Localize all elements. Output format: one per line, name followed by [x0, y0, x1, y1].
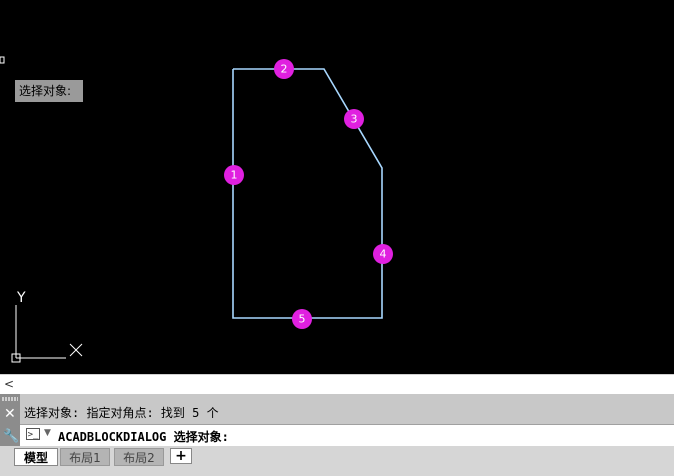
svg-text:3: 3	[351, 113, 358, 126]
grip-marker-4[interactable]: 4	[373, 244, 393, 264]
command-history-text: 选择对象: 指定对角点: 找到 5 个	[24, 406, 219, 420]
command-prompt-icon[interactable]: >_	[26, 428, 40, 440]
horizontal-scrollbar[interactable]: <	[0, 374, 674, 394]
svg-text:4: 4	[380, 248, 387, 261]
svg-text:2: 2	[281, 63, 288, 76]
drawing-viewport[interactable]: 1 2 3 4 5 Y 选择对象:	[0, 0, 674, 374]
cursor-tooltip: 选择对象:	[15, 80, 83, 102]
wrench-icon[interactable]: 🔧	[3, 429, 19, 444]
selected-polyline[interactable]	[232, 68, 383, 319]
grip-marker-1[interactable]: 1	[224, 165, 244, 185]
grip-marker-2[interactable]: 2	[274, 59, 294, 79]
chevron-down-icon[interactable]: ▼	[44, 428, 51, 438]
drawing-svg[interactable]: 1 2 3 4 5 Y	[0, 0, 674, 374]
chevron-left-icon[interactable]: <	[4, 377, 14, 391]
grip-marker-3[interactable]: 3	[344, 109, 364, 129]
command-panel-sidebar: ✕ 🔧	[0, 394, 20, 446]
ucs-y-label: Y	[16, 290, 26, 306]
grip-marker-5[interactable]: 5	[292, 309, 312, 329]
tab-model[interactable]: 模型	[14, 448, 58, 466]
tab-layout2[interactable]: 布局2	[114, 448, 164, 466]
drag-handle-icon[interactable]	[2, 397, 18, 401]
layout-tab-bar: 模型 布局1 布局2 +	[0, 446, 674, 476]
command-line-text: ACADBLOCKDIALOG 选择对象:	[58, 430, 229, 444]
command-line-input[interactable]: >_ ▼ ACADBLOCKDIALOG 选择对象:	[20, 424, 674, 446]
close-icon[interactable]: ✕	[4, 406, 16, 422]
svg-text:5: 5	[299, 313, 306, 326]
add-layout-button[interactable]: +	[170, 448, 192, 464]
ucs-icon	[11, 305, 83, 363]
tab-layout1[interactable]: 布局1	[60, 448, 110, 466]
crosshair-icon	[0, 56, 5, 64]
svg-text:1: 1	[231, 169, 238, 182]
